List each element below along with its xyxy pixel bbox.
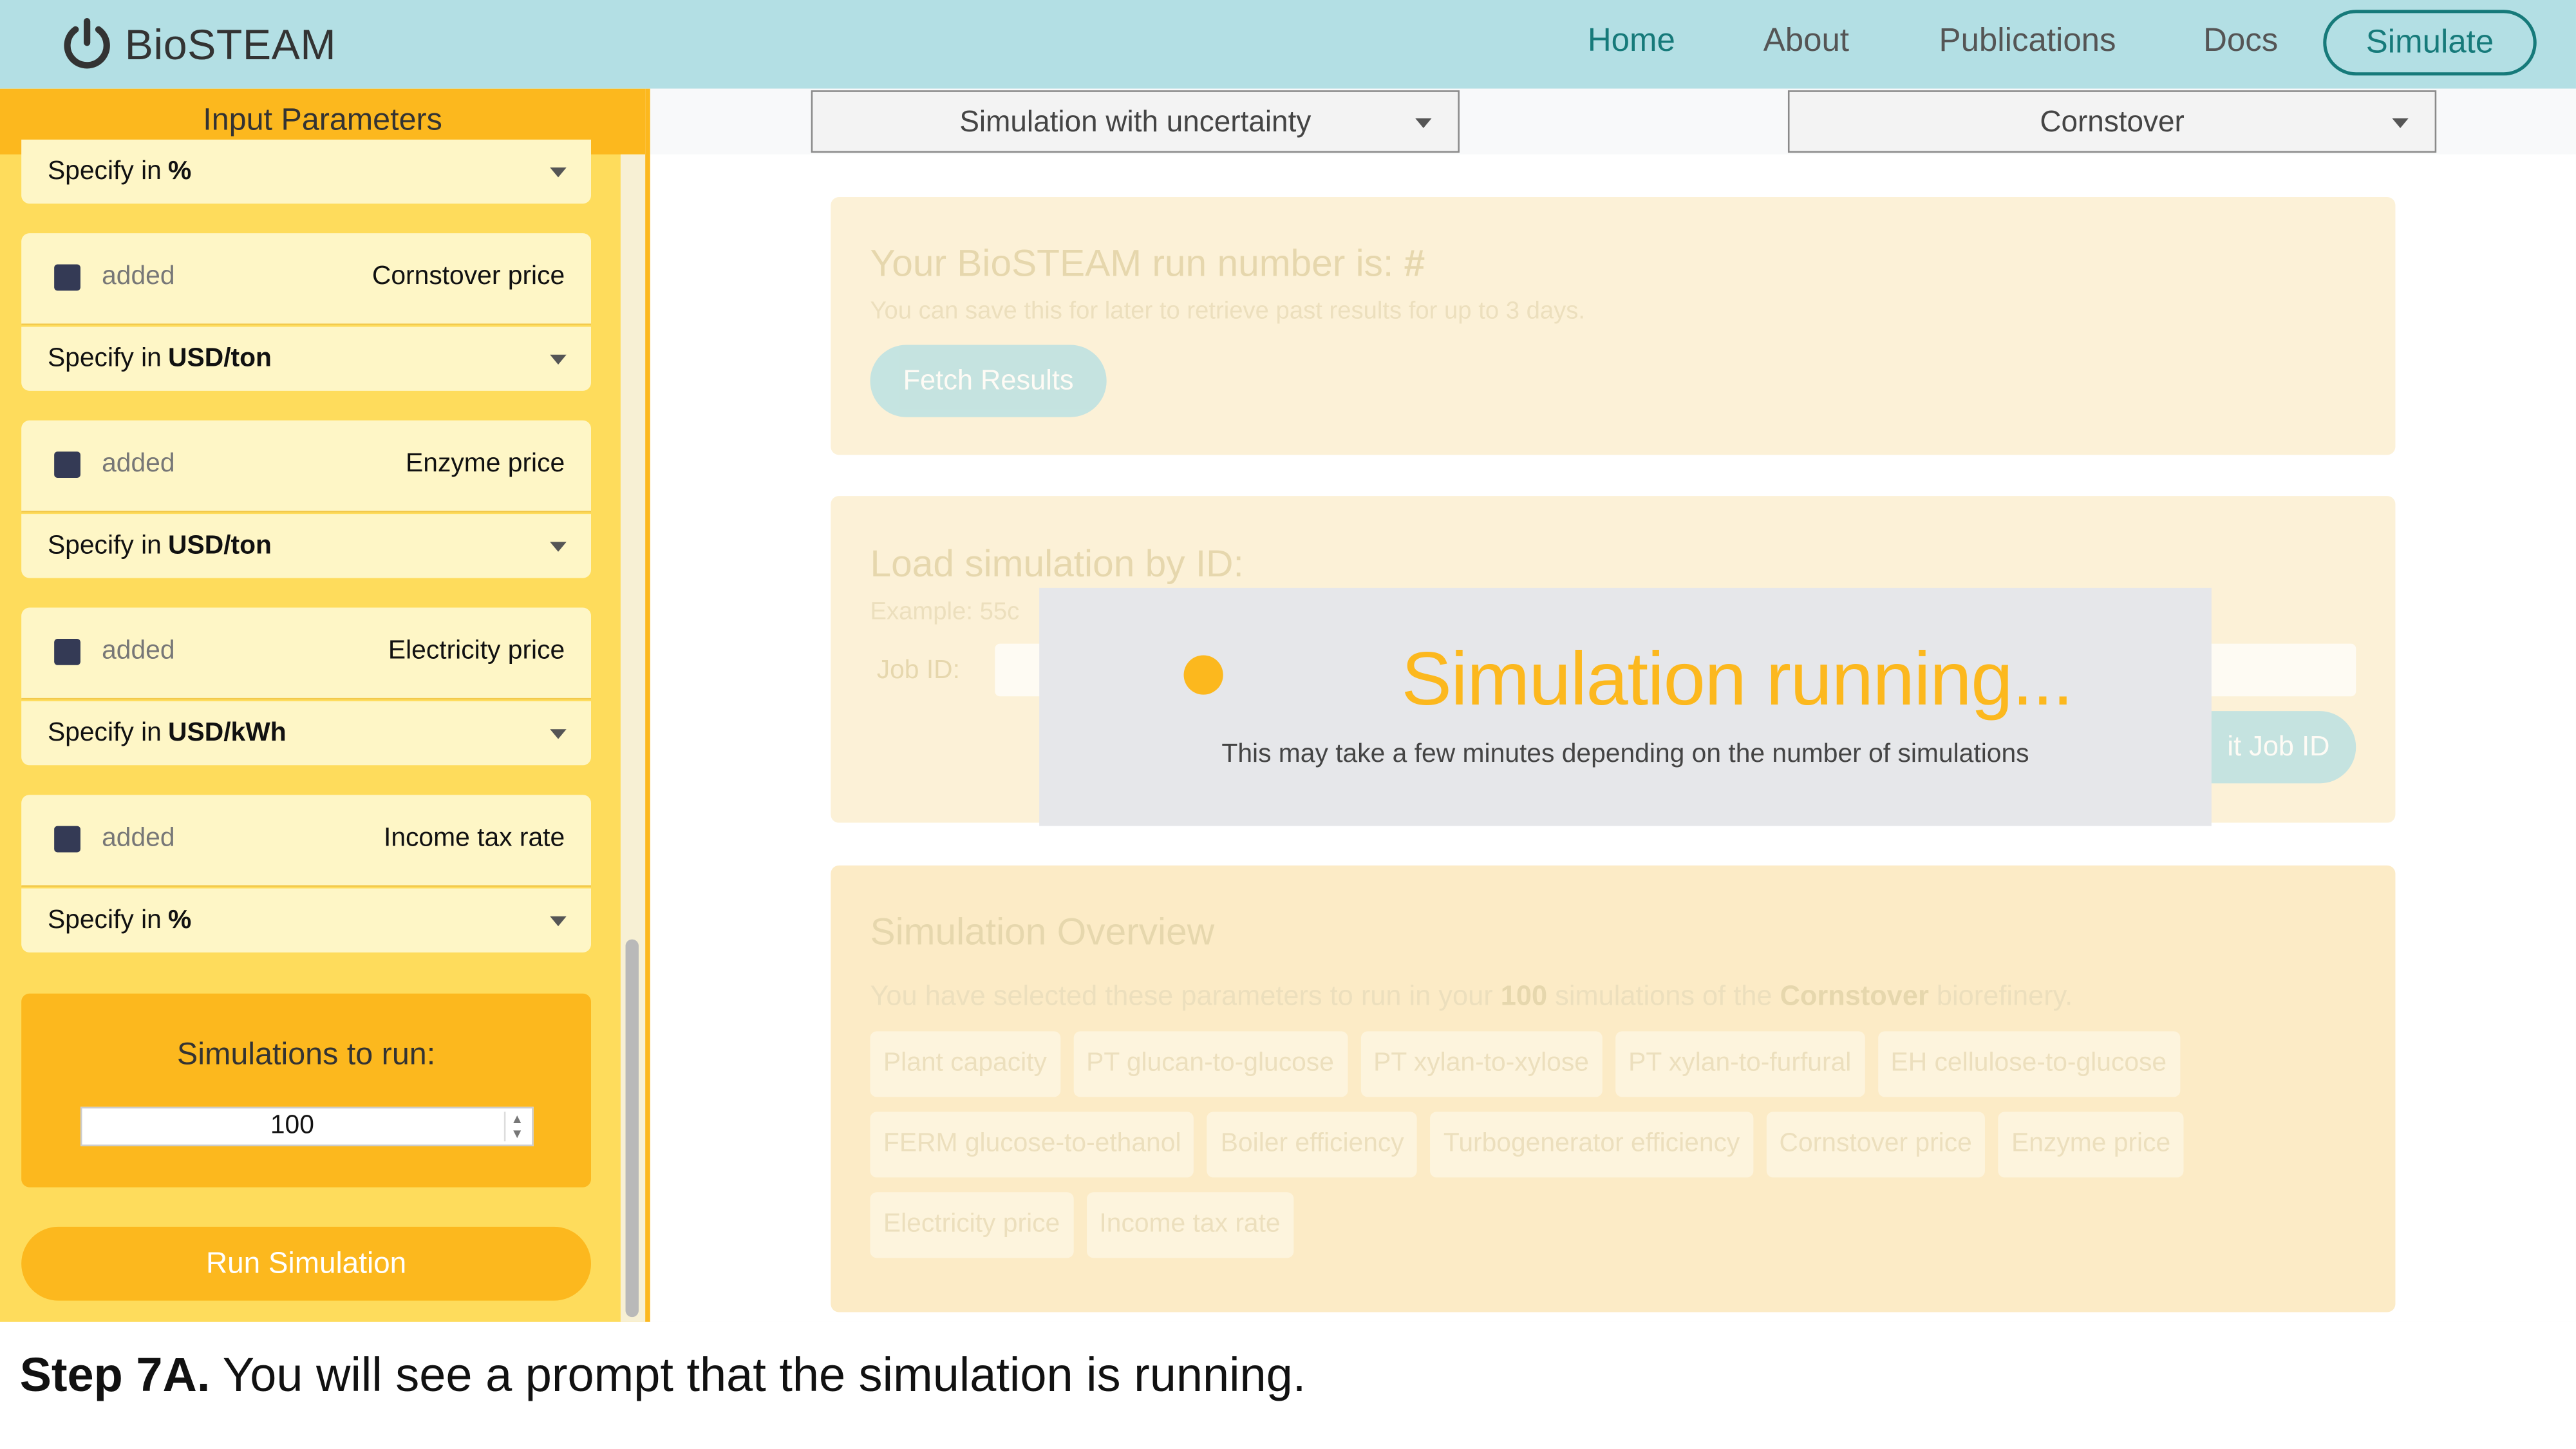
param-name: Cornstover price — [371, 263, 565, 291]
select-unit: % — [168, 905, 192, 934]
nav-publications[interactable]: Publications — [1939, 23, 2116, 61]
sidebar-divider — [645, 88, 650, 1322]
power-icon — [64, 18, 110, 69]
sidebar-scrollbar-thumb[interactable] — [625, 939, 639, 1318]
overview-description: You have selected these parameters to ru… — [870, 980, 2073, 1013]
simulations-count-input[interactable]: 100 ▲ ▼ — [80, 1106, 534, 1146]
feedstock-dropdown[interactable]: Cornstover — [1787, 90, 2437, 153]
caption-text: You will see a prompt that the simulatio… — [222, 1350, 1306, 1403]
load-simulation-example: Example: 55c — [870, 598, 1020, 626]
parameter-chip: FERM glucose-to-ethanol — [870, 1112, 1194, 1178]
overview-text-suffix: biorefinery. — [1936, 980, 2073, 1012]
parameter-chip: Cornstover price — [1766, 1112, 1986, 1178]
select-unit: % — [168, 156, 192, 185]
simulations-label: Simulations to run: — [176, 1037, 436, 1073]
overview-text-prefix: You have selected these parameters to ru… — [870, 980, 1493, 1012]
mode-dropdown-value: Simulation with uncertainty — [959, 104, 1312, 137]
run-simulation-button[interactable]: Run Simulation — [21, 1226, 591, 1301]
run-number-title: Your BioSTEAM run number is: # — [870, 242, 1425, 286]
simulations-box: Simulations to run: 100 ▲ ▼ — [21, 993, 591, 1188]
run-number-subtitle: You can save this for later to retrieve … — [870, 297, 1586, 325]
run-number-title-text: Your BioSTEAM run number is: — [870, 241, 1394, 285]
caret-down-icon — [1415, 118, 1432, 128]
param-checkbox[interactable] — [54, 638, 80, 665]
mode-dropdown[interactable]: Simulation with uncertainty — [811, 90, 1460, 153]
run-number-card: Your BioSTEAM run number is: # You can s… — [831, 197, 2396, 455]
unit-select-electricity-price[interactable]: Specify in USD/kWh — [21, 701, 591, 766]
select-unit: USD/ton — [168, 344, 272, 372]
caret-down-icon — [550, 167, 567, 178]
parameter-chip: Boiler efficiency — [1207, 1112, 1418, 1178]
load-simulation-title: Load simulation by ID: — [870, 542, 1244, 585]
unit-select-income-tax-rate[interactable]: Specify in % — [21, 888, 591, 952]
brand-logo[interactable]: BioSTEAM — [59, 13, 336, 75]
param-checkbox[interactable] — [54, 826, 80, 853]
simulations-count-value: 100 — [270, 1112, 314, 1140]
parameter-chip: Electricity price — [870, 1192, 1073, 1258]
caret-down-icon — [550, 542, 567, 552]
top-navbar: BioSTEAM Home About Publications Docs Si… — [0, 0, 2576, 89]
overview-sim-count: 100 — [1500, 980, 1548, 1012]
select-unit: USD/ton — [168, 531, 272, 560]
overview-feedstock: Cornstover — [1780, 980, 1929, 1012]
caret-down-icon — [550, 916, 567, 927]
input-parameters-sidebar: Input Parameters Specify in % added Corn… — [0, 88, 646, 1322]
param-checkbox[interactable] — [54, 451, 80, 478]
param-name: Income tax rate — [383, 824, 565, 853]
parameter-chip: Turbogenerator efficiency — [1430, 1112, 1753, 1178]
nav-about[interactable]: About — [1763, 23, 1849, 61]
param-row-cornstover-price: added Cornstover price — [21, 233, 591, 325]
simulate-button[interactable]: Simulate — [2323, 10, 2537, 76]
select-prefix: Specify in — [47, 718, 162, 746]
overview-title: Simulation Overview — [870, 909, 1215, 952]
nav-home[interactable]: Home — [1588, 23, 1675, 61]
unit-select-top[interactable]: Specify in % — [21, 139, 591, 204]
step-caption: Step 7A. You will see a prompt that the … — [20, 1350, 1306, 1404]
param-row-electricity-price: added Electricity price — [21, 607, 591, 700]
parameter-chip: PT xylan-to-furfural — [1615, 1031, 1865, 1097]
param-checkbox[interactable] — [54, 264, 80, 291]
job-id-label: Job ID: — [876, 657, 960, 685]
modal-title: Simulation running... — [1401, 635, 2074, 721]
param-name: Enzyme price — [406, 450, 565, 478]
simulation-running-modal: Simulation running... This may take a fe… — [1039, 587, 2212, 826]
overview-text-middle: simulations of the — [1555, 980, 1772, 1012]
parameter-chips: Plant capacity PT glucan-to-glucose PT x… — [870, 1031, 2315, 1258]
parameter-chip: Enzyme price — [1998, 1112, 2184, 1178]
parameter-chip: Income tax rate — [1086, 1192, 1294, 1258]
screenshot-stage: BioSTEAM Home About Publications Docs Si… — [0, 0, 2576, 1445]
parameter-chip: PT glucan-to-glucose — [1073, 1031, 1348, 1097]
select-prefix: Specify in — [47, 905, 162, 934]
caret-down-icon — [550, 354, 567, 365]
param-status: added — [102, 450, 175, 478]
select-prefix: Specify in — [47, 344, 162, 372]
feedstock-dropdown-value: Cornstover — [2040, 104, 2185, 137]
param-row-income-tax-rate: added Income tax rate — [21, 795, 591, 887]
run-number-value: # — [1404, 241, 1425, 285]
nav-docs[interactable]: Docs — [2203, 23, 2278, 61]
caption-step: Step 7A. — [19, 1350, 211, 1403]
select-unit: USD/kWh — [168, 718, 287, 746]
fetch-results-button[interactable]: Fetch Results — [870, 345, 1107, 417]
caret-down-icon — [2392, 118, 2409, 128]
param-status: added — [102, 637, 175, 665]
param-status: added — [102, 263, 175, 291]
number-stepper-icon[interactable]: ▲ ▼ — [503, 1112, 529, 1142]
modal-subtitle: This may take a few minutes depending on… — [1221, 741, 2029, 769]
param-status: added — [102, 824, 175, 853]
param-name: Electricity price — [388, 637, 565, 665]
unit-select-enzyme-price[interactable]: Specify in USD/ton — [21, 514, 591, 578]
select-prefix: Specify in — [47, 531, 162, 560]
parameter-chip: Plant capacity — [870, 1031, 1060, 1097]
simulation-overview-card: Simulation Overview You have selected th… — [831, 865, 2396, 1312]
unit-select-cornstover-price[interactable]: Specify in USD/ton — [21, 327, 591, 391]
select-prefix: Specify in — [47, 156, 162, 185]
caret-down-icon — [550, 729, 567, 739]
param-row-enzyme-price: added Enzyme price — [21, 420, 591, 513]
parameter-chip: EH cellulose-to-glucose — [1877, 1031, 2180, 1097]
brand-name: BioSTEAM — [124, 19, 337, 68]
parameter-chip: PT xylan-to-xylose — [1360, 1031, 1603, 1097]
